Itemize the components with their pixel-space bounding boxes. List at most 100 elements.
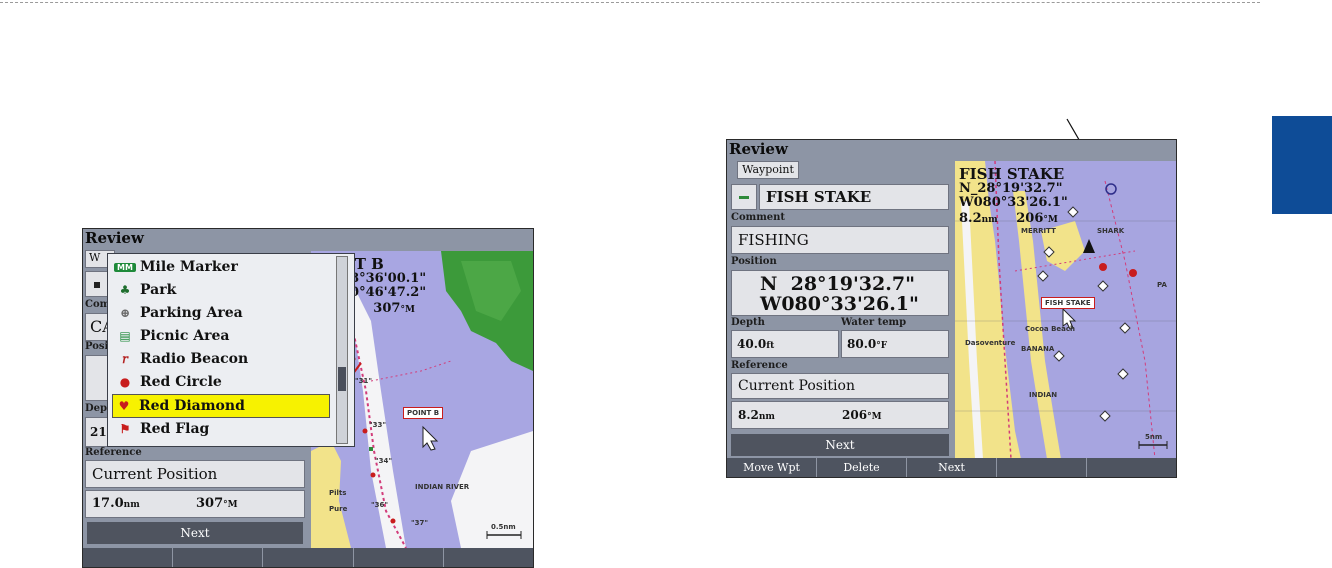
position-label: Posi	[85, 341, 109, 352]
distance-bearing-field: 17.0nm 307°M	[85, 490, 305, 518]
map-distance-unit: nm	[981, 215, 998, 225]
tab-label: Waypoint	[742, 163, 794, 176]
name-field[interactable]: FISH STAKE	[759, 184, 949, 210]
dropdown-item-label: Parking Area	[140, 305, 243, 321]
water-temp-label: Water temp	[841, 317, 907, 328]
red-circle-icon: ●	[119, 375, 131, 389]
map-bearing-value: 206	[1016, 211, 1044, 226]
next-button[interactable]: Next	[87, 522, 303, 544]
softkey-move-wpt[interactable]: Move Wpt	[727, 458, 817, 477]
softkey-5[interactable]	[444, 548, 533, 567]
page-title: Review	[85, 229, 144, 247]
page-title: Review	[729, 140, 788, 158]
softkey-next[interactable]: Next	[907, 458, 997, 477]
map-place-label: INDIAN	[1029, 391, 1058, 399]
map-distance-bearing: 8.2nm 206°M	[959, 211, 1058, 226]
fish-stake-symbol-icon	[739, 196, 749, 199]
bearing-readout: 307°M	[196, 496, 238, 511]
water-temp-unit: °F	[876, 341, 888, 351]
map-longitude: W080°33'26.1"	[959, 195, 1068, 210]
next-button[interactable]: Next	[731, 434, 949, 456]
map-depth-tag: "37"	[411, 519, 429, 527]
scrollbar-thumb[interactable]	[338, 367, 346, 391]
map-bearing-unit: °M	[400, 305, 415, 315]
dropdown-item-red-flag[interactable]: ⚑ Red Flag	[114, 418, 332, 440]
reference-field[interactable]: Current Position	[731, 373, 949, 399]
softkey-bar: Move Wpt Delete Next	[727, 458, 1176, 477]
reference-value: Current Position	[738, 378, 855, 394]
map-place-label: Pilts	[329, 489, 347, 497]
map-depth-tag: "34"	[375, 457, 393, 465]
map-waypoint-tag[interactable]: FISH STAKE	[1041, 297, 1095, 309]
gps-screen-waypoint-symbol: Review W Com CA Posi Dep 21.0 Reference …	[82, 228, 534, 568]
softkey-3[interactable]	[263, 548, 354, 567]
dropdown-item-park[interactable]: ♣ Park	[114, 279, 332, 301]
radio-beacon-icon: 𝑟	[122, 352, 128, 366]
dropdown-item-label: Red Diamond	[139, 398, 245, 414]
softkey-4[interactable]	[354, 548, 444, 567]
softkey-4[interactable]	[997, 458, 1087, 477]
map-bearing-value: 307	[373, 301, 401, 316]
gps-screen-waypoint-review: Review Waypoint FISH STAKE Comment FISHI…	[726, 139, 1177, 478]
map-place-label: BANANA	[1021, 345, 1055, 353]
water-temp-field[interactable]: 80.0°F	[841, 330, 949, 358]
dropdown-item-picnic-area[interactable]: ▤ Picnic Area	[114, 325, 332, 347]
map-distance-value: 8.2	[959, 211, 982, 226]
picnic-icon: ▤	[119, 329, 131, 343]
distance-value: 17.0	[92, 496, 124, 511]
parking-icon: ⊕	[119, 306, 131, 320]
dropdown-item-radio-beacon[interactable]: 𝑟 Radio Beacon	[114, 348, 332, 370]
reference-value: Current Position	[92, 465, 218, 483]
map-depth-tag: "31"	[355, 377, 373, 385]
dropdown-item-mile-marker[interactable]: MM Mile Marker	[114, 256, 332, 278]
position-label: Position	[731, 256, 777, 267]
dropdown-item-label: Red Flag	[140, 421, 210, 437]
map-place-label: SHARK	[1097, 227, 1125, 235]
position-field[interactable]: N 28°19'32.7" W080°33'26.1"	[731, 270, 949, 316]
softkey-bar	[83, 548, 533, 567]
symbol-dropdown[interactable]: MM Mile Marker ♣ Park ⊕ Parking Area ▤ Picni…	[107, 253, 355, 447]
latitude-value: N 28°19'32.7"	[760, 273, 915, 295]
map-place-label: PA	[1157, 281, 1167, 289]
softkey-delete[interactable]: Delete	[817, 458, 907, 477]
dropdown-item-label: Red Circle	[140, 374, 222, 390]
dropdown-item-red-circle[interactable]: ● Red Circle	[114, 371, 332, 393]
softkey-5[interactable]	[1087, 458, 1176, 477]
dropdown-item-label: Picnic Area	[140, 328, 230, 344]
map-place-label: Cocoa Beach	[1025, 325, 1076, 333]
comment-field[interactable]: FISHING	[731, 226, 949, 254]
waypoint-symbol-icon	[94, 282, 100, 288]
chart-map[interactable]: FISH STAKE N_28°19'32.7" W080°33'26.1" 8…	[955, 161, 1176, 459]
reference-label: Reference	[731, 360, 788, 371]
map-river-label: INDIAN RIVER	[415, 483, 470, 491]
map-latitude: N_28°19'32.7"	[959, 181, 1063, 196]
mile-marker-icon: MM	[114, 262, 136, 272]
depth-field[interactable]: 40.0ft	[731, 330, 839, 358]
depth-label: Depth	[731, 317, 765, 328]
bearing-unit: °M	[223, 500, 238, 510]
softkey-1[interactable]	[83, 548, 174, 567]
map-place-label: Dasoventure	[965, 339, 1016, 347]
dropdown-item-parking-area[interactable]: ⊕ Parking Area	[114, 302, 332, 324]
symbol-button[interactable]	[731, 184, 757, 210]
distance-unit: nm	[758, 412, 775, 422]
comment-label: Comment	[731, 212, 786, 223]
map-waypoint-tag[interactable]: POINT B	[403, 407, 444, 419]
dropdown-item-red-diamond[interactable]: ♥ Red Diamond	[112, 394, 330, 418]
dropdown-scrollbar[interactable]	[336, 256, 348, 444]
depth-value: 40.0	[737, 337, 767, 351]
longitude-value: W080°33'26.1"	[760, 293, 919, 315]
tab-waypoint[interactable]: Waypoint	[737, 161, 799, 179]
map-bearing-unit: °M	[1043, 215, 1058, 225]
map-place-label: MERRITT	[1021, 227, 1056, 235]
water-temp-value: 80.0	[847, 337, 877, 351]
symbol-button[interactable]	[85, 271, 109, 297]
bearing-value: 307	[196, 496, 224, 511]
bearing-unit: °M	[867, 412, 882, 422]
map-place-label: Pure	[329, 505, 348, 513]
map-scale-label: 5nm	[1145, 433, 1163, 441]
softkey-2[interactable]	[173, 548, 264, 567]
map-scale-label: 0.5nm	[491, 523, 516, 531]
reference-field[interactable]: Current Position	[85, 460, 305, 488]
name-value: FISH STAKE	[766, 188, 872, 206]
